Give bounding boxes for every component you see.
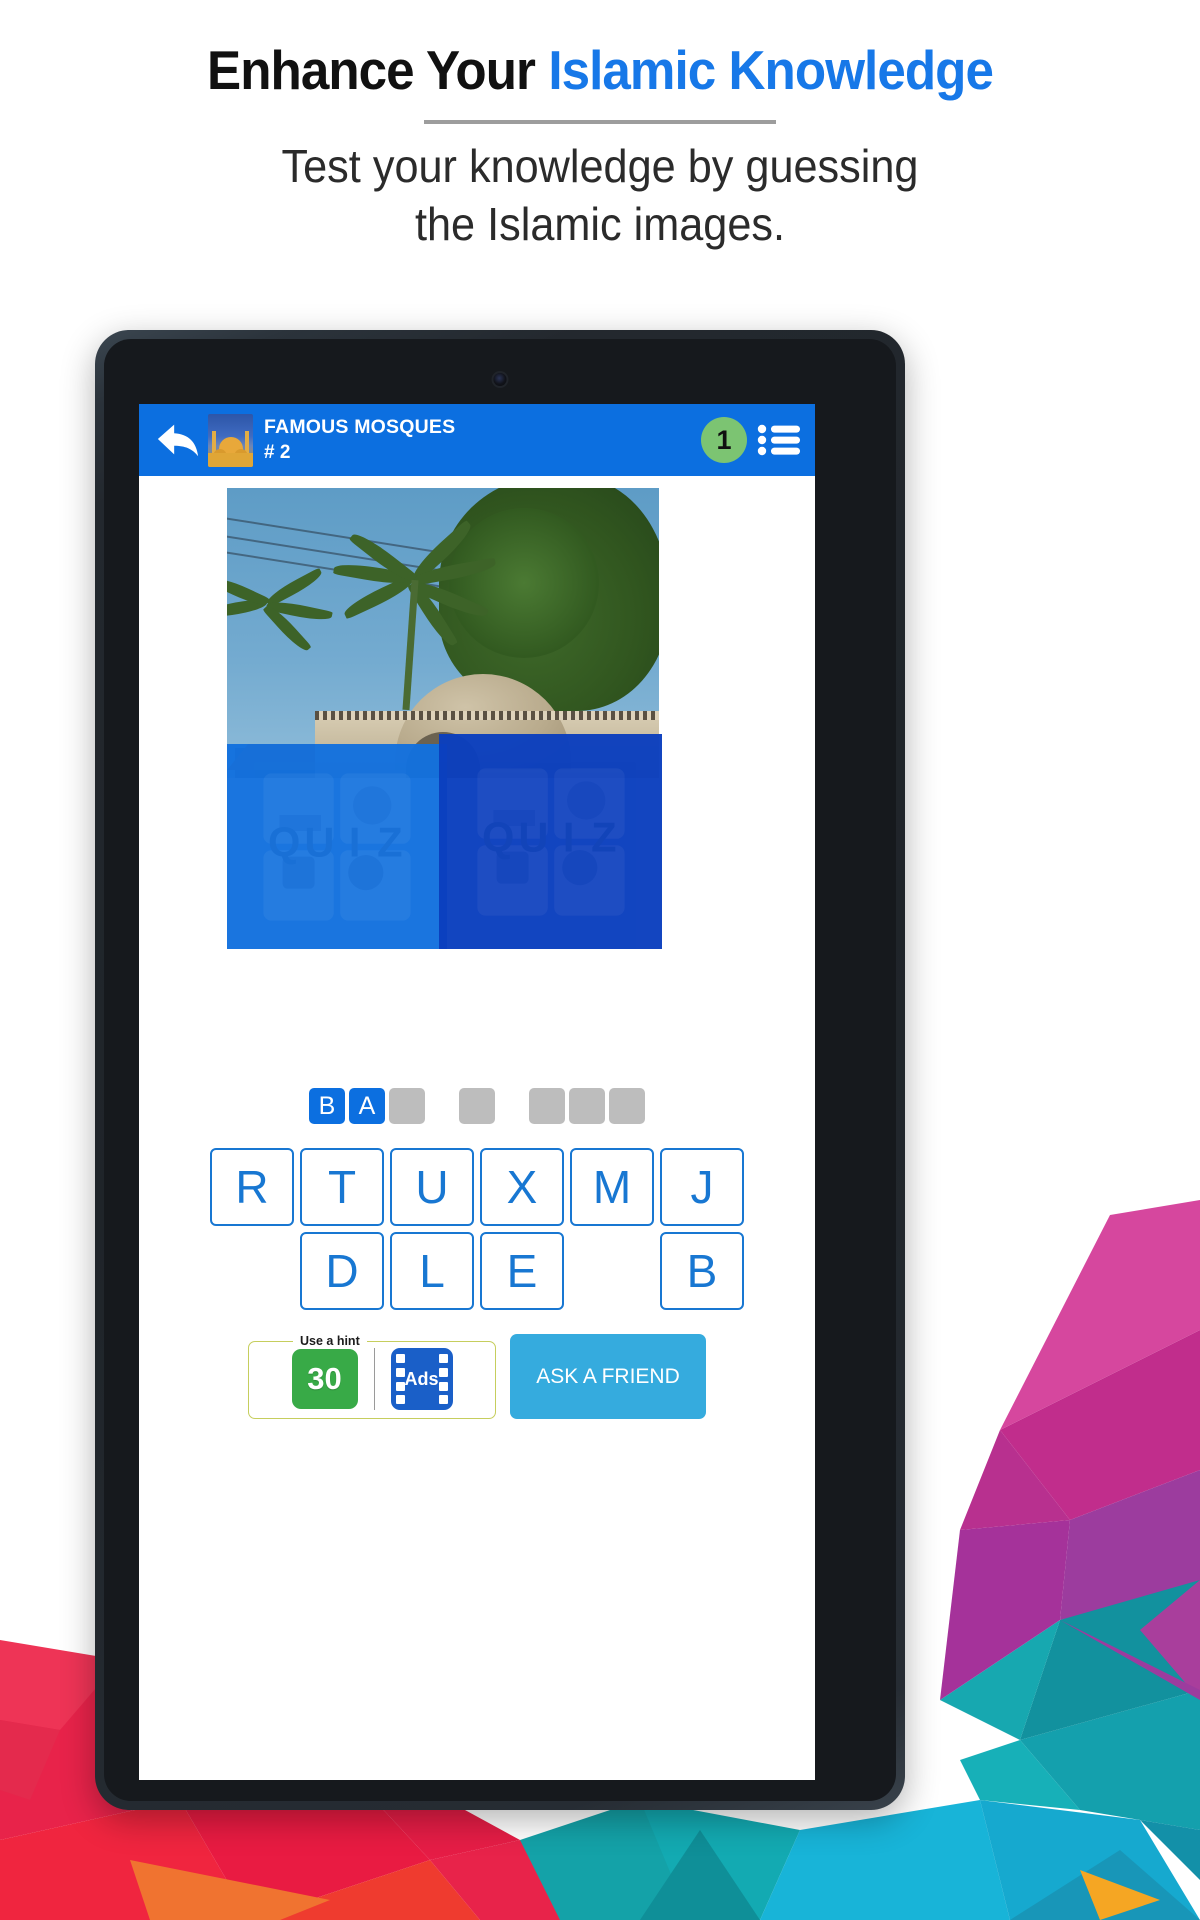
app-screen: FAMOUS MOSQUES # 2 1 Q U I Z Q U I Z B A… <box>139 404 815 1780</box>
keyboard-key-t[interactable]: T <box>300 1148 384 1226</box>
watch-ad-button[interactable]: Ads <box>390 1348 453 1410</box>
keyboard-key-empty <box>210 1232 294 1310</box>
answer-slot-row: BA <box>139 1076 815 1130</box>
headline-divider <box>424 120 776 124</box>
level-number: # 2 <box>264 442 291 464</box>
answer-slot-empty <box>529 1088 565 1124</box>
category-thumbnail <box>208 413 253 467</box>
category-text-block: FAMOUS MOSQUES # 2 <box>264 416 455 464</box>
hint-divider <box>373 1348 375 1410</box>
hint-panel-legend: Use a hint <box>300 1334 360 1348</box>
answer-slot-empty <box>459 1088 495 1124</box>
answer-slot-filled[interactable]: B <box>309 1088 345 1124</box>
svg-text:Q: Q <box>482 813 514 860</box>
subheadline-line-2: the Islamic images. <box>414 198 786 250</box>
back-arrow-icon[interactable] <box>155 418 201 462</box>
keyboard-key-m[interactable]: M <box>570 1148 654 1226</box>
headline-part-black: Enhance Your <box>207 39 536 101</box>
quiz-watermark-icon: QU IZ <box>263 772 411 921</box>
answer-slot-filled[interactable]: A <box>349 1088 385 1124</box>
tablet-device-frame: FAMOUS MOSQUES # 2 1 Q U I Z Q U I Z B A… <box>95 330 905 1810</box>
ask-a-friend-button[interactable]: ASK A FRIEND <box>510 1334 706 1419</box>
svg-text:Z: Z <box>591 813 616 860</box>
keyboard-key-e[interactable]: E <box>480 1232 564 1310</box>
keyboard-key-empty <box>570 1232 654 1310</box>
keyboard-key-x[interactable]: X <box>480 1148 564 1226</box>
keyboard-key-r[interactable]: R <box>210 1148 294 1226</box>
front-camera-icon <box>493 373 507 386</box>
quiz-watermark-icon: QU IZ <box>476 767 625 916</box>
subheadline-line-1: Test your knowledge by guessing <box>281 140 919 192</box>
bottom-action-bar: Use a hint 30 Ads ASK A FRIEND <box>139 1316 815 1419</box>
app-header-bar: FAMOUS MOSQUES # 2 1 <box>139 404 815 476</box>
keyboard-key-b[interactable]: B <box>660 1232 744 1310</box>
letter-keyboard: RTUXMJ DLE B <box>139 1130 815 1310</box>
keyboard-key-l[interactable]: L <box>390 1232 474 1310</box>
quiz-overlay-panel-light: QU IZ <box>227 744 447 949</box>
coin-hint-button[interactable]: 30 <box>291 1349 358 1409</box>
svg-text:U: U <box>304 818 334 865</box>
header-right-group: 1 <box>701 417 801 463</box>
puzzle-image-area: QU IZ Q U I Z <box>139 476 815 1076</box>
svg-text:Q: Q <box>268 818 300 865</box>
headline-part-blue: Islamic Knowledge <box>548 39 994 101</box>
svg-text:U: U <box>518 813 548 860</box>
keyboard-key-u[interactable]: U <box>390 1148 474 1226</box>
svg-text:Z: Z <box>377 818 402 865</box>
score-badge: 1 <box>701 417 747 463</box>
promo-subheadline: Test your knowledge by guessing the Isla… <box>36 137 1164 253</box>
keyboard-row-1: RTUXMJ <box>139 1148 815 1226</box>
keyboard-key-j[interactable]: J <box>660 1148 744 1226</box>
keyboard-row-2: DLE B <box>139 1232 815 1310</box>
quiz-overlay-panel-dark: QU IZ <box>439 734 662 949</box>
answer-slot-empty <box>569 1088 605 1124</box>
answer-slot-empty <box>609 1088 645 1124</box>
svg-text:I: I <box>562 813 574 860</box>
ads-label: Ads <box>404 1368 439 1389</box>
promo-headline: Enhance Your Islamic Knowledge <box>42 38 1158 102</box>
keyboard-key-d[interactable]: D <box>300 1232 384 1310</box>
list-menu-icon[interactable] <box>757 423 801 457</box>
svg-text:I: I <box>349 818 361 865</box>
answer-slot-empty <box>389 1088 425 1124</box>
category-title: FAMOUS MOSQUES <box>264 415 456 438</box>
hint-panel: Use a hint 30 Ads <box>248 1334 496 1419</box>
